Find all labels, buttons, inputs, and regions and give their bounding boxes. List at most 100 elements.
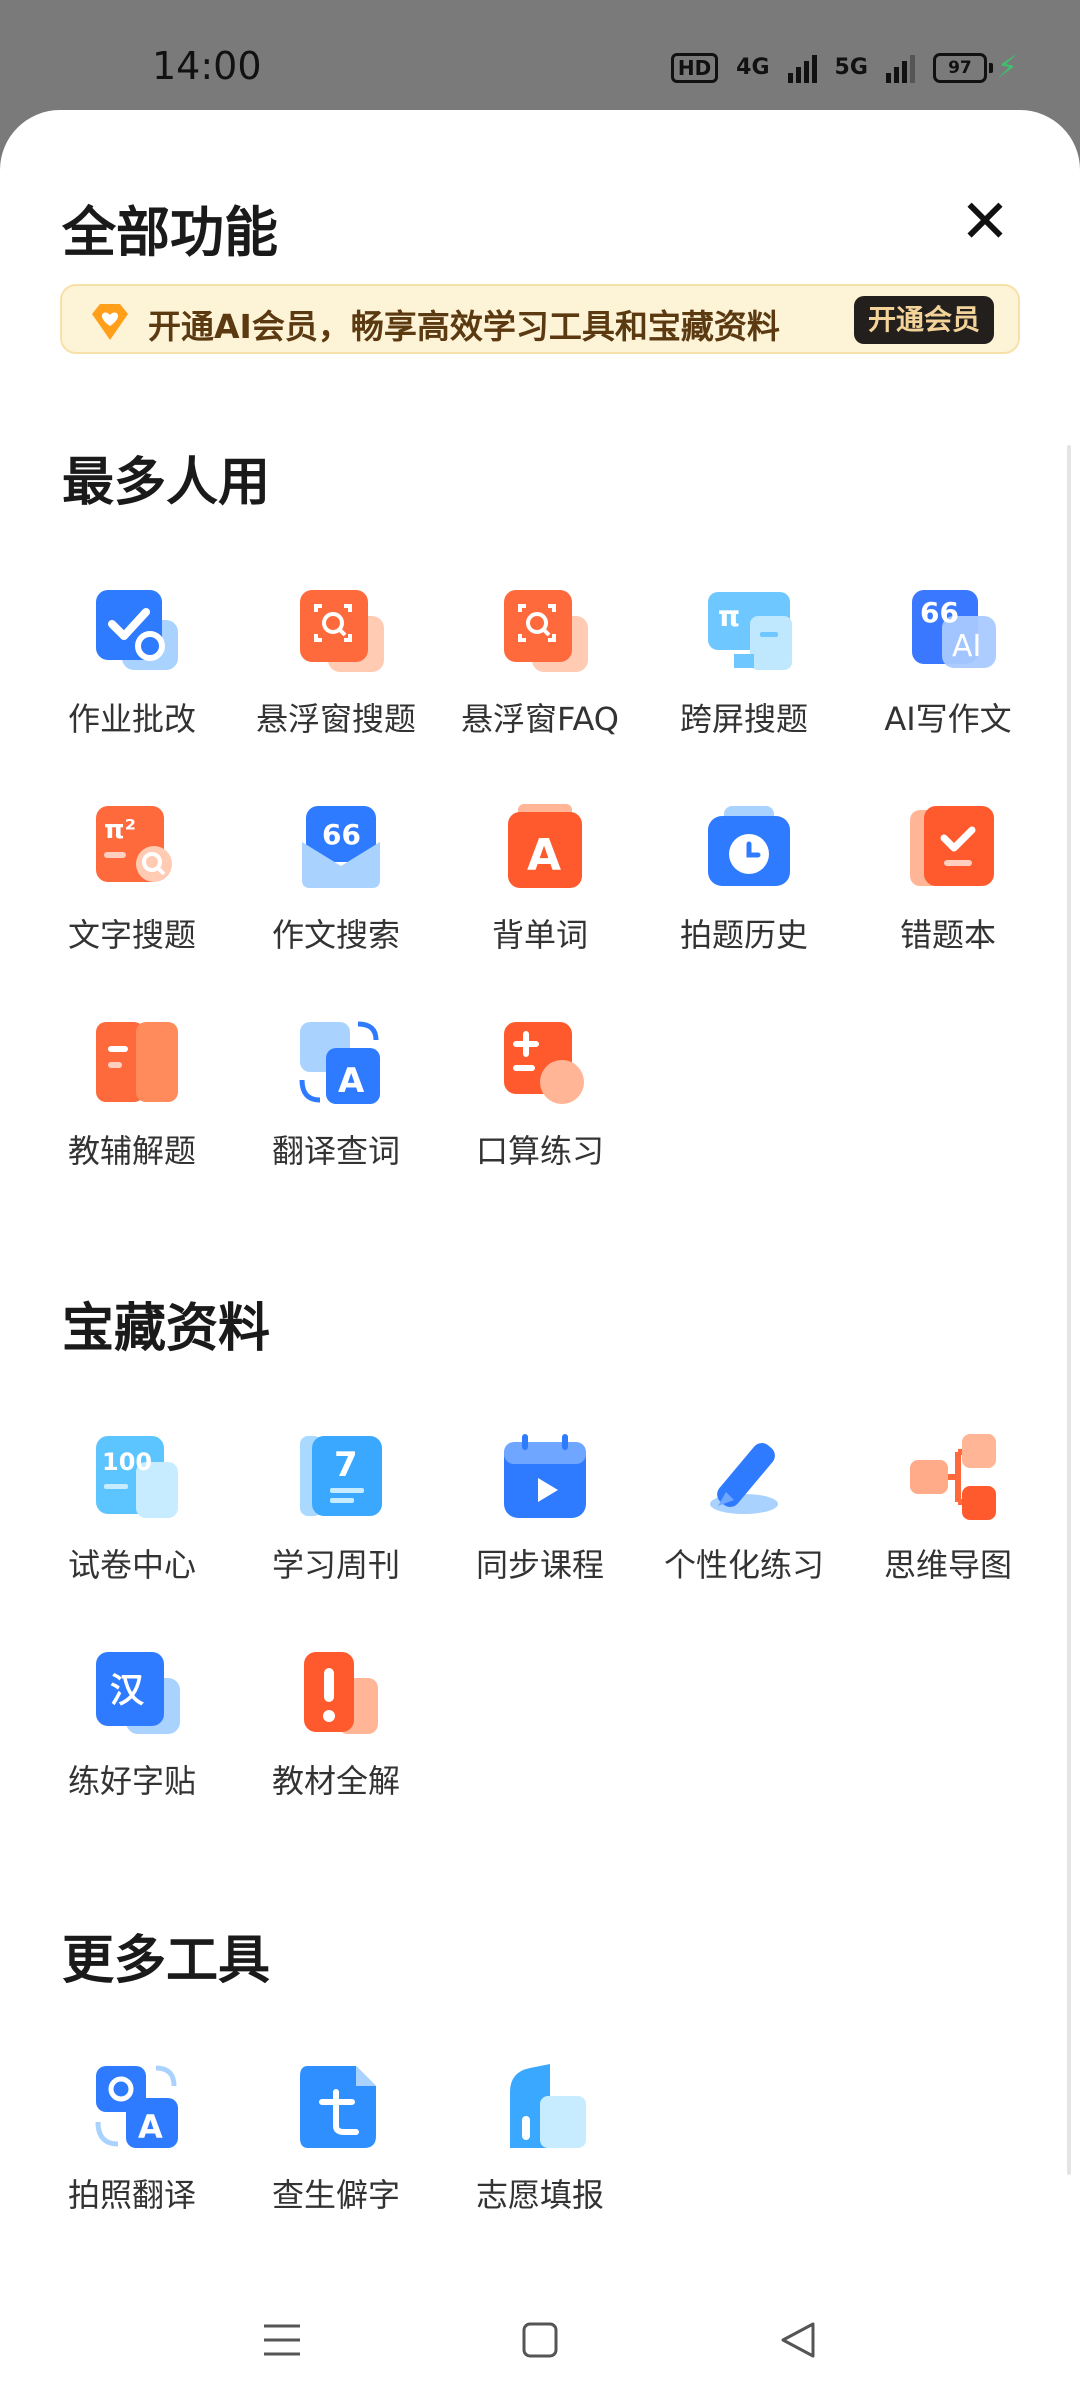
- weekly-icon: 7: [296, 1432, 386, 1522]
- rare-char-icon: [296, 2062, 386, 2152]
- feature-label: 错题本: [899, 916, 996, 954]
- net-4g-label: 4G: [736, 55, 770, 80]
- feature-floating-faq[interactable]: 悬浮窗FAQ: [438, 586, 642, 756]
- feature-label: 文字搜题: [67, 916, 196, 954]
- charging-bolt-icon: ⚡: [996, 50, 1018, 85]
- page-title: 全部功能: [62, 201, 278, 264]
- floating-scan-icon: [296, 586, 386, 676]
- mind-map-icon: [908, 1432, 998, 1522]
- back-triangle-icon[interactable]: [768, 2310, 828, 2370]
- photo-history-icon: [704, 802, 794, 892]
- feature-label: 个性化练习: [663, 1546, 824, 1584]
- feature-mind-map[interactable]: 思维导图: [846, 1432, 1050, 1602]
- net-5g-label: 5G: [834, 55, 868, 80]
- feature-rare-char[interactable]: 查生僻字: [234, 2062, 438, 2232]
- textbook-icon: [296, 1648, 386, 1738]
- signal-bars-icon: [787, 53, 817, 83]
- battery-icon: 97 ⚡: [932, 50, 1018, 85]
- feature-weekly[interactable]: 7 学习周刊: [234, 1432, 438, 1602]
- vip-banner[interactable]: 开通AI会员，畅享高效学习工具和宝藏资料 开通会员: [60, 284, 1020, 354]
- cross-screen-icon: π: [704, 586, 794, 676]
- floating-faq-icon: [500, 586, 590, 676]
- feature-label: 思维导图: [883, 1546, 1012, 1584]
- svg-text:π²: π²: [104, 815, 136, 845]
- calligraphy-icon: 汉: [92, 1648, 182, 1738]
- tutorial-book-icon: [92, 1018, 182, 1108]
- pen-practice-icon: [704, 1432, 794, 1522]
- section-title-popular: 最多人用: [62, 453, 271, 513]
- feature-pen-practice[interactable]: 个性化练习: [642, 1432, 846, 1602]
- mistake-book-icon: [908, 802, 998, 892]
- feature-label: 查生僻字: [271, 2176, 400, 2214]
- status-time: 14:00: [152, 44, 262, 88]
- ai-writing-icon: 66 AI: [908, 586, 998, 676]
- vip-banner-text: 开通AI会员，畅享高效学习工具和宝藏资料: [148, 307, 780, 346]
- feature-label: 教辅解题: [67, 1132, 196, 1170]
- translate-icon: A: [296, 1018, 386, 1108]
- section-title-more-tools: 更多工具: [62, 1931, 271, 1991]
- system-nav-bar: [0, 2270, 1080, 2400]
- feature-calligraphy[interactable]: 汉 练好字贴: [30, 1648, 234, 1818]
- hd-icon: HD: [670, 52, 719, 83]
- feature-label: 拍题历史: [679, 916, 808, 954]
- feature-label: 学习周刊: [271, 1546, 400, 1584]
- feature-college-apply[interactable]: 志愿填报: [438, 2062, 642, 2232]
- svg-text:汉: 汉: [110, 1671, 145, 1711]
- feature-mistake-book[interactable]: 错题本: [846, 802, 1050, 972]
- feature-translate[interactable]: A 翻译查词: [234, 1018, 438, 1188]
- svg-text:7: 7: [334, 1445, 358, 1485]
- feature-course-video[interactable]: 同步课程: [438, 1432, 642, 1602]
- feature-label: 悬浮窗FAQ: [461, 700, 619, 738]
- feature-floating-scan[interactable]: 悬浮窗搜题: [234, 586, 438, 756]
- all-features-sheet: 全部功能 ✕ 开通AI会员，畅享高效学习工具和宝藏资料 开通会员 最多人用 作业…: [0, 110, 1080, 2400]
- svg-text:100: 100: [102, 1448, 152, 1476]
- svg-text:AI: AI: [952, 629, 981, 664]
- status-bar: 14:00 HD 4G 5G 97 ⚡: [0, 0, 1080, 110]
- feature-label: 翻译查词: [271, 1132, 400, 1170]
- college-apply-icon: [500, 2062, 590, 2152]
- feature-mental-math[interactable]: 口算练习: [438, 1018, 642, 1188]
- photo-translate-icon: A: [92, 2062, 182, 2152]
- feature-photo-translate[interactable]: A 拍照翻译: [30, 2062, 234, 2232]
- text-search-icon: π²: [92, 802, 182, 892]
- vocabulary-icon: A: [500, 802, 590, 892]
- feature-tutorial-book[interactable]: 教辅解题: [30, 1018, 234, 1188]
- feature-text-search[interactable]: π² 文字搜题: [30, 802, 234, 972]
- open-vip-button[interactable]: 开通会员: [853, 296, 994, 344]
- feature-label: 教材全解: [271, 1762, 400, 1800]
- feature-label: 口算练习: [475, 1132, 604, 1170]
- svg-text:66: 66: [322, 818, 361, 851]
- feature-label: 悬浮窗搜题: [255, 700, 416, 738]
- exam-paper-icon: 100: [92, 1432, 182, 1522]
- feature-label: 背单词: [491, 916, 588, 954]
- mental-math-icon: [500, 1018, 590, 1108]
- close-button[interactable]: ✕: [955, 192, 1015, 252]
- svg-text:π: π: [718, 600, 740, 633]
- feature-label: 志愿填报: [475, 2176, 604, 2214]
- feature-label: 练好字贴: [67, 1762, 196, 1800]
- feature-ai-writing[interactable]: 66 AI AI写作文: [846, 586, 1050, 756]
- feature-textbook[interactable]: 教材全解: [234, 1648, 438, 1818]
- feature-cross-screen[interactable]: π 跨屏搜题: [642, 586, 846, 756]
- feature-label: 作文搜索: [271, 916, 400, 954]
- feature-homework-check[interactable]: 作业批改: [30, 586, 234, 756]
- svg-text:66: 66: [920, 596, 959, 629]
- course-video-icon: [500, 1432, 590, 1522]
- status-icons: HD 4G 5G 97 ⚡: [670, 50, 1018, 85]
- feature-label: AI写作文: [884, 700, 1012, 738]
- feature-photo-history[interactable]: 拍题历史: [642, 802, 846, 972]
- homework-check-icon: [92, 586, 182, 676]
- signal-bars-icon: [885, 53, 915, 83]
- feature-exam-paper[interactable]: 100 试卷中心: [30, 1432, 234, 1602]
- feature-essay-search[interactable]: 66 作文搜索: [234, 802, 438, 972]
- scrollbar[interactable]: [1067, 445, 1071, 2175]
- section-title-treasure: 宝藏资料: [62, 1299, 271, 1359]
- feature-label: 拍照翻译: [67, 2176, 196, 2214]
- essay-search-icon: 66: [296, 802, 386, 892]
- home-square-icon[interactable]: [510, 2310, 570, 2370]
- feature-vocabulary[interactable]: A 背单词: [438, 802, 642, 972]
- svg-text:A: A: [138, 2108, 163, 2146]
- menu-icon[interactable]: [252, 2310, 312, 2370]
- diamond-heart-icon: [88, 300, 132, 348]
- feature-label: 同步课程: [475, 1546, 604, 1584]
